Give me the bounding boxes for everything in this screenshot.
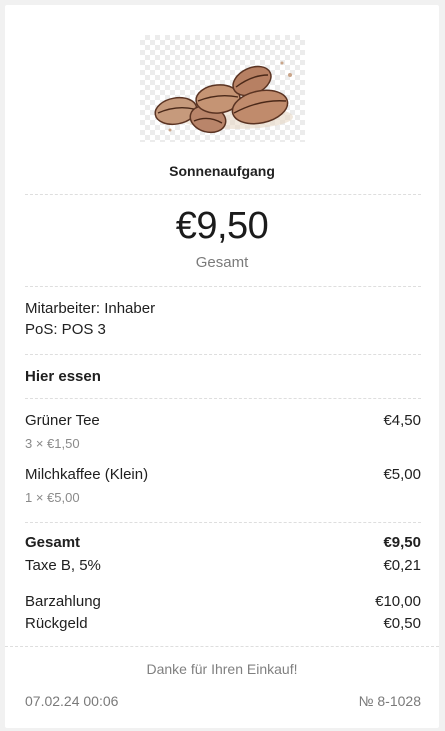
total-amount: €9,50 [175,205,269,247]
total-label: Gesamt [25,534,81,551]
payment-method-label: Barzahlung [25,593,101,610]
change-label: Rückgeld [25,615,88,632]
item-price: €5,00 [383,466,421,483]
total-caption: Gesamt [195,254,249,271]
divider [5,646,439,647]
receipt-datetime: 07.02.24 00:06 [25,693,119,709]
divider [25,354,421,355]
change-value: €0,50 [383,615,421,632]
payment-method-value: €10,00 [375,593,421,610]
item-price: €4,50 [383,412,421,429]
divider [25,286,421,287]
thank-you-message: Danke für Ihren Einkauf! [146,661,298,677]
shop-name: Sonnenaufgang [169,163,275,179]
pos-info: PoS: POS 3 [25,321,106,338]
tax-label: Taxe B, 5% [25,557,101,574]
order-type: Hier essen [25,368,101,385]
divider [25,398,421,399]
item-name: Milchkaffee (Klein) [25,466,149,483]
divider [25,194,421,195]
total-value: €9,50 [383,534,421,551]
shop-logo [140,35,305,142]
item-name: Grüner Tee [25,412,100,429]
divider [25,522,421,523]
item-detail: 1 × €5,00 [25,490,80,505]
item-detail: 3 × €1,50 [25,436,80,451]
employee-info: Mitarbeiter: Inhaber [25,300,156,317]
receipt-card: Sonnenaufgang €9,50 Gesamt Mitarbeiter: … [5,5,439,728]
receipt-number: № 8-1028 [358,693,421,709]
coffee-beans-icon [154,61,293,134]
tax-value: €0,21 [383,557,421,574]
